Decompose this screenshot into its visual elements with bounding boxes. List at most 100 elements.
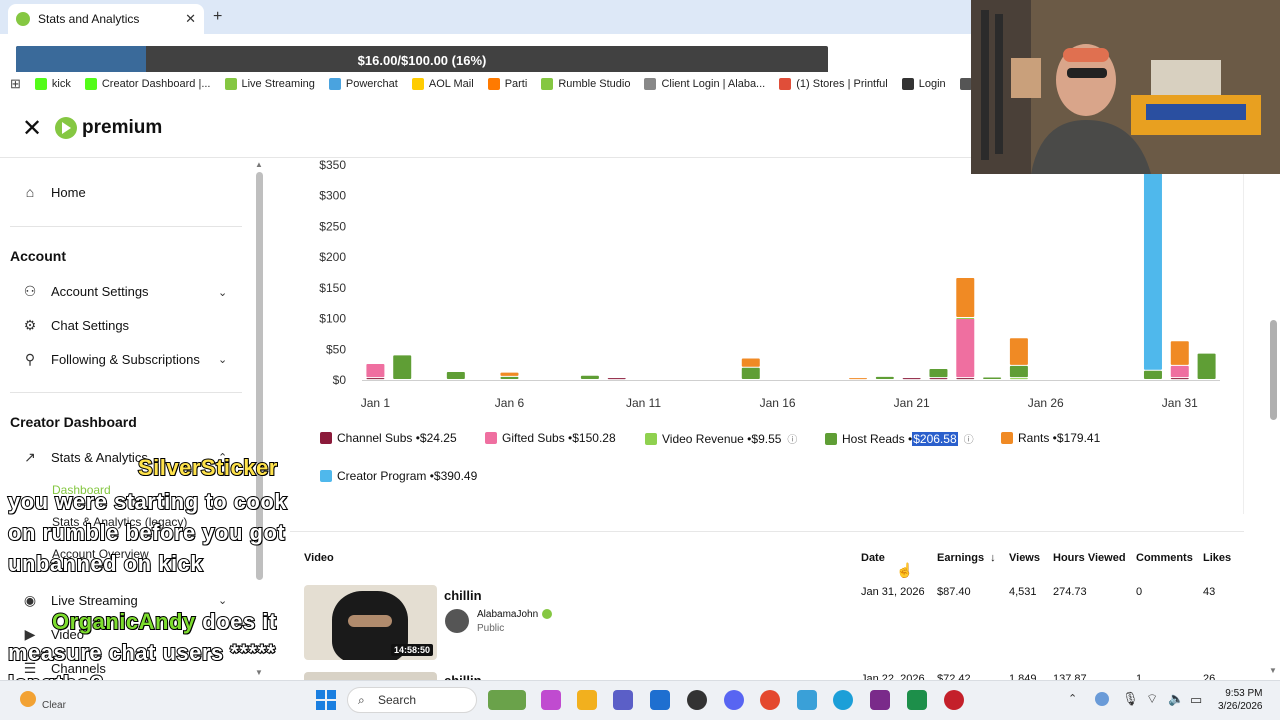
scroll-down-icon[interactable]: ▼ <box>1269 666 1277 675</box>
x-tick-label: Jan 26 <box>1028 396 1064 410</box>
microphone-icon[interactable]: 🎙 <box>1122 691 1139 707</box>
new-tab-button[interactable]: + <box>213 8 222 26</box>
scroll-up-icon[interactable]: ▲ <box>255 160 263 169</box>
legend-item[interactable]: Gifted Subs • $150.28 <box>485 431 616 445</box>
weather-icon[interactable] <box>20 691 36 707</box>
volume-icon[interactable]: 🔈 <box>1168 691 1184 707</box>
y-tick-label: $100 <box>319 312 346 326</box>
user-gear-icon: ⚇ <box>23 283 37 299</box>
row-views: 4,531 <box>1009 586 1037 598</box>
discord-icon[interactable] <box>724 690 744 710</box>
taskbar-search[interactable]: ⌕ Search <box>347 687 477 713</box>
obs-icon[interactable] <box>687 690 707 710</box>
legend-item[interactable]: Creator Program • $390.49 <box>320 469 477 483</box>
bookmark-item[interactable]: (1) Stores | Printful <box>779 78 888 90</box>
close-tab-icon[interactable]: ✕ <box>185 11 196 27</box>
bookmark-favicon-icon <box>487 78 500 90</box>
chrome-icon[interactable] <box>760 690 780 710</box>
chevron-down-icon[interactable]: ⌄ <box>218 353 227 366</box>
bookmark-item[interactable]: Client Login | Alaba... <box>644 78 765 90</box>
video-title-link[interactable]: chillin <box>444 588 482 603</box>
excel-icon[interactable] <box>907 690 927 710</box>
column-header-comments[interactable]: Comments <box>1136 552 1193 564</box>
browser-tab[interactable]: Stats and Analytics ✕ <box>8 4 204 34</box>
y-tick-label: $350 <box>319 158 346 172</box>
sidebar-item-following[interactable]: ⚲ Following & Subscriptions <box>22 351 200 367</box>
scrollbar-thumb[interactable] <box>1270 320 1277 420</box>
info-icon[interactable]: ⓘ <box>964 431 974 446</box>
search-icon: ⌕ <box>358 693 365 707</box>
wifi-icon[interactable]: ⌔ <box>1146 691 1158 707</box>
store-icon[interactable] <box>650 690 670 710</box>
bar-segment <box>1197 353 1216 379</box>
sidebar-item-label: Chat Settings <box>51 317 130 333</box>
chevron-up-icon[interactable]: ⌃ <box>1068 692 1077 705</box>
teams-icon[interactable] <box>613 690 633 710</box>
column-header-likes[interactable]: Likes <box>1203 552 1231 564</box>
bookmark-item[interactable]: AOL Mail <box>411 78 474 90</box>
y-tick-label: $50 <box>326 342 346 356</box>
row-earnings: $87.40 <box>937 586 971 598</box>
bookmark-item[interactable]: Creator Dashboard |... <box>84 78 211 90</box>
legend-item[interactable]: Video Revenue • $9.55 ⓘ <box>645 431 797 446</box>
sidebar-item-home[interactable]: ⌂ Home <box>22 184 86 200</box>
app-icon[interactable] <box>870 690 890 710</box>
home-icon: ⌂ <box>25 184 35 200</box>
onedrive-icon[interactable] <box>1095 692 1109 706</box>
apps-grid-icon[interactable]: ⊞ <box>10 76 21 92</box>
search-highlight-icon[interactable] <box>488 690 526 710</box>
taskbar-clock[interactable]: 9:53 PM 3/26/2026 <box>1218 687 1263 713</box>
bookmark-favicon-icon <box>328 78 341 90</box>
legend-value: $9.55 <box>751 431 782 446</box>
legend-item[interactable]: Host Reads • $206.58 ⓘ <box>825 431 974 446</box>
y-tick-label: $150 <box>319 281 346 295</box>
info-icon[interactable]: ⓘ <box>787 431 797 446</box>
bar-segment <box>741 358 760 367</box>
chat-username: OrganicAndy <box>51 608 196 635</box>
sidebar-item-account-settings[interactable]: ⚇ Account Settings <box>22 283 149 299</box>
rumble-premium-logo[interactable]: premium <box>55 117 162 139</box>
column-header-earnings[interactable]: Earnings ↓ <box>937 552 996 564</box>
y-tick-label: $250 <box>319 219 346 233</box>
battery-icon[interactable]: ▭ <box>1190 692 1202 708</box>
column-header-hours[interactable]: Hours Viewed <box>1053 552 1126 564</box>
bar-segment <box>393 355 412 379</box>
bar-segment <box>849 378 868 380</box>
bar-segment <box>741 367 760 379</box>
video-thumbnail[interactable]: 14:58:50 <box>304 585 437 660</box>
column-header-views[interactable]: Views <box>1009 552 1040 564</box>
bar-segment <box>1170 341 1189 365</box>
bookmark-item[interactable]: Powerchat <box>328 78 398 90</box>
copilot-icon[interactable] <box>541 690 561 710</box>
channel-avatar[interactable] <box>445 609 469 633</box>
file-explorer-icon[interactable] <box>577 690 597 710</box>
column-header-video[interactable]: Video <box>304 552 334 564</box>
app-icon[interactable] <box>797 690 817 710</box>
bookmark-item[interactable]: Login <box>901 78 946 90</box>
app-icon[interactable] <box>944 690 964 710</box>
close-menu-icon[interactable]: ✕ <box>22 116 42 142</box>
windows-start-icon[interactable] <box>316 690 336 710</box>
bookmark-item[interactable]: Live Streaming <box>224 78 315 90</box>
bookmark-item[interactable]: Rumble Studio <box>541 78 630 90</box>
sidebar-item-chat-settings[interactable]: ⚙ Chat Settings <box>22 317 129 333</box>
sidebar-scrollbar[interactable]: ▲ ▼ <box>255 160 264 680</box>
legend-item[interactable]: Channel Subs • $24.25 <box>320 431 457 445</box>
legend-item[interactable]: Rants • $179.41 <box>1001 431 1100 445</box>
bookmark-item[interactable]: Parti <box>487 78 527 90</box>
tab-title: Stats and Analytics <box>38 12 140 26</box>
bar-segment <box>983 377 1002 379</box>
column-header-date[interactable]: Date <box>861 552 885 564</box>
main-scrollbar[interactable]: ▼ <box>1267 160 1279 680</box>
x-tick-label: Jan 6 <box>495 396 525 410</box>
bookmark-favicon-icon <box>541 78 554 90</box>
channel-name[interactable]: AlabamaJohn <box>477 609 553 620</box>
y-tick-label: $300 <box>319 189 346 203</box>
chevron-down-icon[interactable]: ⌄ <box>218 286 227 299</box>
bookmark-favicon-icon <box>779 78 792 90</box>
edge-icon[interactable] <box>833 690 853 710</box>
bookmark-label: Rumble Studio <box>558 78 631 90</box>
divider <box>10 226 242 227</box>
legend-value: $179.41 <box>1056 431 1101 445</box>
bookmark-item[interactable]: kick <box>34 78 71 90</box>
